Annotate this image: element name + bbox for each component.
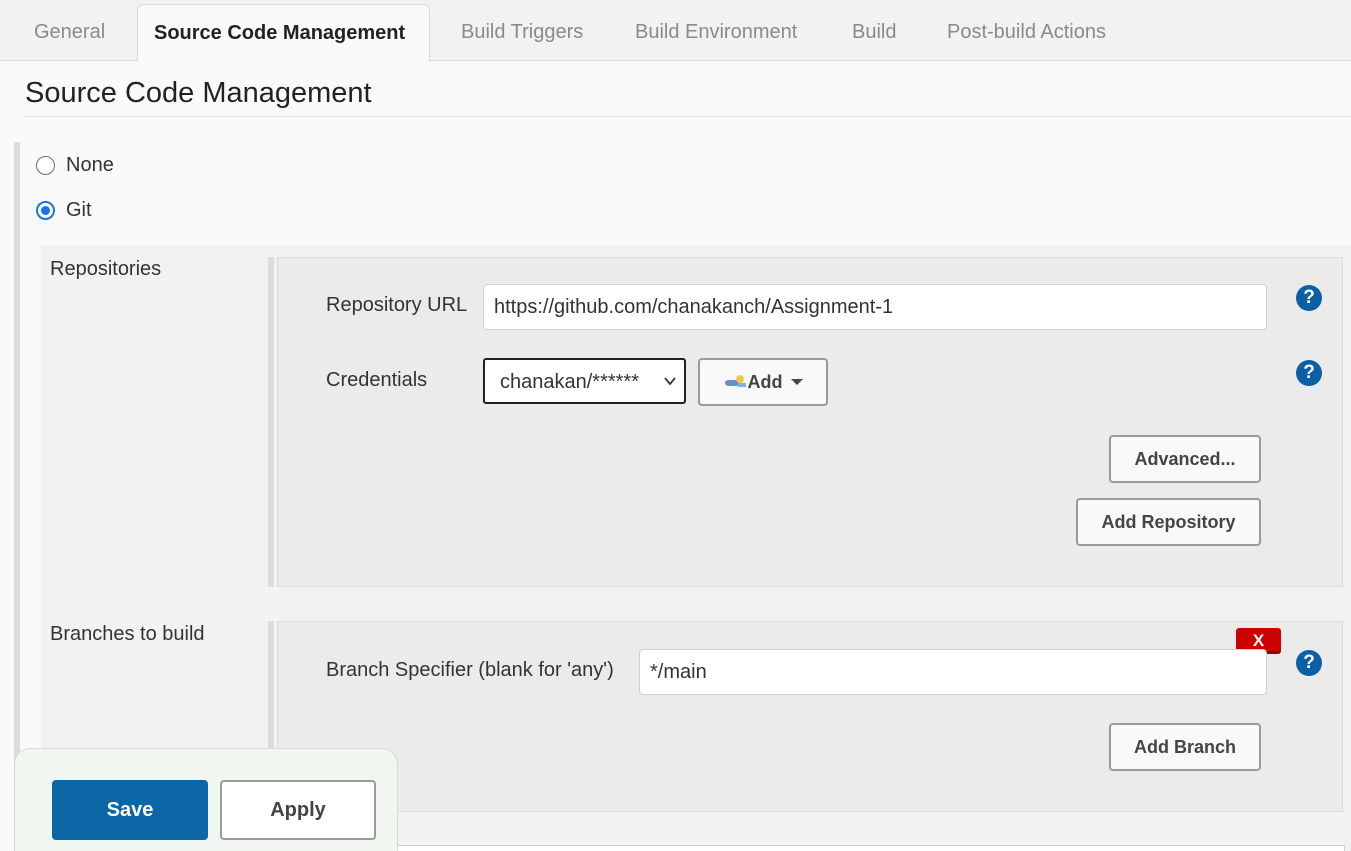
credentials-help-icon[interactable]: ? [1296, 360, 1322, 386]
scm-option-git[interactable]: Git [36, 199, 92, 222]
branch-specifier-input[interactable]: */main [639, 649, 1267, 695]
repository-url-label: Repository URL [326, 294, 468, 316]
radio-git-label: Git [66, 199, 92, 221]
tab-post-build-actions[interactable]: Post-build Actions [931, 4, 1122, 61]
next-section-box [268, 845, 1345, 851]
add-repository-button[interactable]: Add Repository [1076, 498, 1261, 546]
tab-source-code-management[interactable]: Source Code Management [137, 4, 430, 62]
branches-label: Branches to build [50, 623, 205, 645]
branch-specifier-help-icon[interactable]: ? [1296, 650, 1322, 676]
caret-down-icon [790, 379, 803, 385]
radio-none-label: None [66, 154, 114, 176]
tab-build-environment[interactable]: Build Environment [619, 4, 813, 61]
section-indent-bar [14, 142, 20, 851]
radio-git[interactable] [36, 201, 55, 220]
tab-build[interactable]: Build [836, 4, 912, 61]
tab-build-triggers[interactable]: Build Triggers [445, 4, 599, 61]
tab-bar: General Source Code Management Build Tri… [0, 0, 1351, 62]
repositories-indent-bar [268, 257, 274, 587]
apply-button[interactable]: Apply [220, 780, 376, 840]
save-button[interactable]: Save [52, 780, 208, 840]
repository-url-input[interactable]: https://github.com/chanakanch/Assignment… [483, 284, 1267, 330]
section-title: Source Code Management [25, 77, 372, 109]
repositories-label: Repositories [50, 258, 162, 280]
add-credentials-button[interactable]: Add [698, 358, 828, 406]
credentials-select[interactable]: chanakan/****** [483, 358, 686, 404]
scm-option-none[interactable]: None [36, 154, 114, 177]
radio-none[interactable] [36, 156, 55, 175]
add-branch-button[interactable]: Add Branch [1109, 723, 1261, 771]
tab-general[interactable]: General [18, 4, 121, 61]
branch-specifier-label: Branch Specifier (blank for 'any') [326, 659, 614, 681]
repository-url-help-icon[interactable]: ? [1296, 285, 1322, 311]
key-icon [724, 375, 746, 387]
section-divider [25, 116, 1351, 117]
chevron-down-icon [664, 377, 676, 386]
credentials-label: Credentials [326, 369, 428, 391]
advanced-button[interactable]: Advanced... [1109, 435, 1261, 483]
add-credentials-label: Add [747, 371, 783, 392]
credentials-select-value: chanakan/****** [500, 371, 639, 393]
